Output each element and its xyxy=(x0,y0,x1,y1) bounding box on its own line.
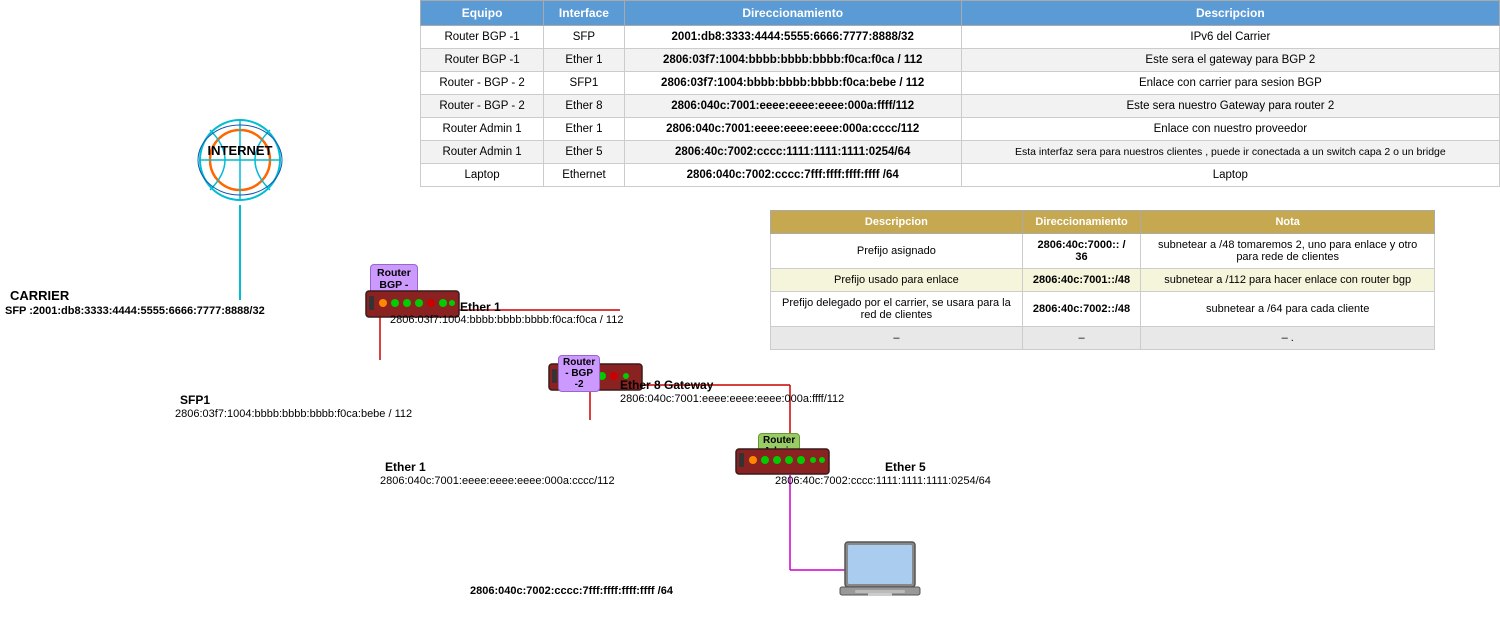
table-cell: 2806:03f7:1004:bbbb:bbbb:bbbb:f0ca:bebe … xyxy=(624,72,961,95)
internet-cloud: INTERNET xyxy=(155,115,325,225)
ether1-bgp1-label: Ether 1 xyxy=(460,300,501,314)
table-cell: subnetear a /64 para cada cliente xyxy=(1141,292,1435,327)
table-cell: Router Admin 1 xyxy=(421,118,544,141)
ether1-admin-label: Ether 1 xyxy=(385,460,426,474)
ether8-ip: 2806:040c:7001:eeee:eeee:eeee:000a:ffff/… xyxy=(620,393,844,405)
col-header-equipo: Equipo xyxy=(421,1,544,26)
col-header-descripcion: Descripcion xyxy=(961,1,1499,26)
second-table-section: Descripcion Direccionamiento Nota Prefij… xyxy=(770,210,1435,350)
table-cell: – . xyxy=(1141,327,1435,350)
table-cell: Ether 5 xyxy=(544,141,625,164)
table-cell: 2806:40c:7002::/48 xyxy=(1022,292,1141,327)
ether5-label: Ether 5 xyxy=(885,460,926,474)
table-row: Router Admin 1Ether 52806:40c:7002:cccc:… xyxy=(421,141,1500,164)
table-cell: Ethernet xyxy=(544,164,625,187)
main-table: Equipo Interface Direccionamiento Descri… xyxy=(420,0,1500,187)
router-admin1-svg xyxy=(735,448,830,476)
table-cell: SFP1 xyxy=(544,72,625,95)
table-cell: 2806:040c:7001:eeee:eeee:eeee:000a:ffff/… xyxy=(624,95,961,118)
table-cell: Router - BGP - 2 xyxy=(421,72,544,95)
table-cell: Router BGP -1 xyxy=(421,49,544,72)
table-row: Router - BGP - 2Ether 82806:040c:7001:ee… xyxy=(421,95,1500,118)
table-row: LaptopEthernet2806:040c:7002:cccc:7fff:f… xyxy=(421,164,1500,187)
col2-header-nota: Nota xyxy=(1141,211,1435,234)
col-header-direccionamiento: Direccionamiento xyxy=(624,1,961,26)
table-cell: subnetear a /48 tomaremos 2, uno para en… xyxy=(1141,234,1435,269)
table-cell: SFP xyxy=(544,26,625,49)
internet-label: INTERNET xyxy=(155,143,325,158)
table-row: Prefijo usado para enlace2806:40c:7001::… xyxy=(771,269,1435,292)
table-cell: subnetear a /112 para hacer enlace con r… xyxy=(1141,269,1435,292)
table-cell: Ether 1 xyxy=(544,118,625,141)
table-row: Prefijo delegado por el carrier, se usar… xyxy=(771,292,1435,327)
laptop-svg xyxy=(835,540,925,605)
table-cell: Router - BGP - 2 xyxy=(421,95,544,118)
table-cell: – xyxy=(1022,327,1141,350)
main-table-section: Equipo Interface Direccionamiento Descri… xyxy=(420,0,1500,187)
table-cell: Enlace con nuestro proveedor xyxy=(961,118,1499,141)
laptop-device xyxy=(835,540,925,605)
table-cell: 2806:40c:7002:cccc:1111:1111:1111:0254/6… xyxy=(624,141,961,164)
sfp1-label: SFP1 xyxy=(180,393,210,407)
col2-header-descripcion: Descripcion xyxy=(771,211,1023,234)
table-cell: 2806:40c:7000:: / 36 xyxy=(1022,234,1141,269)
table-cell: Prefijo asignado xyxy=(771,234,1023,269)
table-cell: Laptop xyxy=(961,164,1499,187)
table-cell: IPv6 del Carrier xyxy=(961,26,1499,49)
table-cell: Ether 1 xyxy=(544,49,625,72)
table-cell: Este sera nuestro Gateway para router 2 xyxy=(961,95,1499,118)
cloud-svg xyxy=(155,115,325,205)
table-cell: Router BGP -1 xyxy=(421,26,544,49)
table-cell: – xyxy=(771,327,1023,350)
table-row: Prefijo asignado2806:40c:7000:: / 36subn… xyxy=(771,234,1435,269)
table-cell: Laptop xyxy=(421,164,544,187)
table-cell: 2806:040c:7001:eeee:eeee:eeee:000a:cccc/… xyxy=(624,118,961,141)
carrier-sfp-label: SFP :2001:db8:3333:4444:5555:6666:7777:8… xyxy=(5,305,265,317)
table-row: Router BGP -1Ether 12806:03f7:1004:bbbb:… xyxy=(421,49,1500,72)
table-cell: Esta interfaz sera para nuestros cliente… xyxy=(961,141,1499,164)
table-cell: 2806:040c:7002:cccc:7fff:ffff:ffff:ffff … xyxy=(624,164,961,187)
laptop-ip: 2806:040c:7002:cccc:7fff:ffff:ffff:ffff … xyxy=(470,585,673,597)
ether1-bgp1-ip: 2806:03f7:1004:bbbb:bbbb:bbbb:f0ca:f0ca … xyxy=(390,314,623,326)
table-cell: 2806:40c:7001::/48 xyxy=(1022,269,1141,292)
col2-header-dir: Direccionamiento xyxy=(1022,211,1141,234)
table-row: Router Admin 1Ether 12806:040c:7001:eeee… xyxy=(421,118,1500,141)
col-header-interface: Interface xyxy=(544,1,625,26)
router-bgp2-label: Router - BGP -2 xyxy=(558,355,600,392)
second-table: Descripcion Direccionamiento Nota Prefij… xyxy=(770,210,1435,350)
table-cell: 2806:03f7:1004:bbbb:bbbb:bbbb:f0ca:f0ca … xyxy=(624,49,961,72)
ether1-admin-ip: 2806:040c:7001:eeee:eeee:eeee:000a:cccc/… xyxy=(380,475,615,487)
table-cell: Enlace con carrier para sesion BGP xyxy=(961,72,1499,95)
table-cell: 2001:db8:3333:4444:5555:6666:7777:8888/3… xyxy=(624,26,961,49)
table-row: ––– . xyxy=(771,327,1435,350)
ether8-label: Ether 8 Gateway xyxy=(620,378,713,392)
table-cell: Prefijo usado para enlace xyxy=(771,269,1023,292)
table-row: Router - BGP - 2SFP12806:03f7:1004:bbbb:… xyxy=(421,72,1500,95)
table-cell: Router Admin 1 xyxy=(421,141,544,164)
ether5-ip: 2806:40c:7002:cccc:1111:1111:1111:0254/6… xyxy=(775,475,991,487)
carrier-label: CARRIER xyxy=(10,288,69,303)
table-cell: Este sera el gateway para BGP 2 xyxy=(961,49,1499,72)
table-row: Router BGP -1SFP2001:db8:3333:4444:5555:… xyxy=(421,26,1500,49)
table-cell: Prefijo delegado por el carrier, se usar… xyxy=(771,292,1023,327)
table-cell: Ether 8 xyxy=(544,95,625,118)
sfp1-ip: 2806:03f7:1004:bbbb:bbbb:bbbb:f0ca:bebe … xyxy=(175,408,412,420)
